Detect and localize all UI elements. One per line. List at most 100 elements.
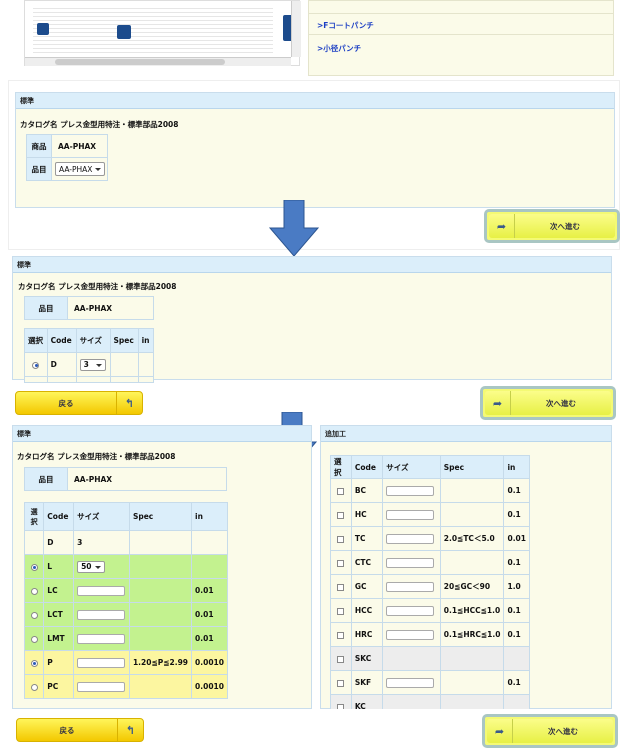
table-row: D 3 (23, 530, 228, 555)
size-cell (382, 694, 441, 709)
size-select-value: 50 (81, 561, 92, 571)
chevron-down-icon (95, 363, 102, 367)
radio-button[interactable] (30, 587, 38, 595)
size-input[interactable] (77, 633, 126, 644)
size-input[interactable] (386, 629, 435, 640)
chevron-down-icon (95, 168, 101, 171)
size-cell (382, 526, 441, 551)
spec-cell (439, 502, 505, 527)
radio-button[interactable] (30, 563, 38, 571)
checkbox[interactable] (337, 583, 345, 591)
col-spec: Spec (439, 455, 505, 479)
forward-arrow-icon: ➦ (485, 391, 511, 415)
size-input[interactable] (77, 585, 126, 596)
size-input[interactable] (77, 609, 126, 620)
catalog-thumbnail (24, 0, 301, 66)
scroll-thumb[interactable] (55, 59, 225, 65)
in-cell: 0.1 (503, 622, 530, 647)
size-input[interactable] (386, 581, 435, 592)
radio-button[interactable] (30, 635, 38, 643)
step1-catalog-name: カタログ名 プレス金型用特注・標準部品2008 (20, 120, 179, 129)
code-cell: D (46, 352, 77, 377)
in-cell: 0.1 (503, 598, 530, 623)
table-row: P 1.20≦P≦2.99 0.0010 (23, 650, 228, 675)
size-select[interactable]: 50 (77, 560, 106, 573)
table-row: D 3 (24, 352, 155, 377)
size-input[interactable] (77, 657, 126, 668)
vertical-scrollbar[interactable] (291, 1, 301, 57)
select-cell (330, 574, 352, 599)
col-in: in (503, 455, 530, 479)
code-cell: KC (350, 694, 384, 709)
code-cell: LMT (43, 626, 75, 651)
table-row: CTC 0.1 (330, 550, 530, 575)
size-input[interactable] (386, 677, 435, 688)
step3-catalog-name: カタログ名 プレス金型用特注・標準部品2008 (17, 452, 176, 461)
checkbox[interactable] (337, 703, 345, 709)
spec-cell (128, 578, 193, 603)
step3-back-button[interactable]: 戻る ↰ (16, 718, 144, 742)
size-input[interactable] (386, 509, 435, 520)
in-cell: 0.1 (503, 550, 530, 575)
link-panel: >Fコートパンチ >小径パンチ (308, 0, 614, 76)
size-input[interactable] (386, 557, 435, 568)
checkbox[interactable] (337, 511, 345, 519)
code-cell: SKF (350, 670, 384, 695)
step2-catalog-name: カタログ名 プレス金型用特注・標準部品2008 (18, 282, 177, 291)
step2-item-label: 品目 (24, 296, 68, 320)
checkbox[interactable] (337, 679, 345, 687)
select-cell (330, 550, 352, 575)
step1-item-select-value: AA-PHAX (59, 164, 93, 174)
select-cell (330, 598, 352, 623)
step1-item-select[interactable]: AA-PHAX (55, 162, 105, 176)
step1-next-button[interactable]: ➦ 次へ進む (484, 209, 620, 243)
step1-product-label: 商品 (26, 134, 52, 158)
code-cell: LCT (43, 602, 75, 627)
step3-item-label: 品目 (24, 467, 68, 491)
size-select[interactable]: 3 (79, 358, 106, 371)
size-input[interactable] (77, 681, 126, 692)
radio-button[interactable] (30, 683, 38, 691)
code-cell: HRC (350, 622, 384, 647)
size-input[interactable] (386, 485, 435, 496)
step3-next-button[interactable]: ➦ 次へ進む (482, 714, 618, 748)
size-cell (382, 478, 441, 503)
checkbox[interactable] (337, 487, 345, 495)
step3-table: 選択 Code サイズ Spec in D 3 L 50 LC 0.01 LCT… (23, 502, 228, 699)
select-cell (23, 578, 45, 603)
checkbox[interactable] (337, 607, 345, 615)
link-small-punch[interactable]: >小径パンチ (317, 43, 361, 54)
checkbox[interactable] (337, 631, 345, 639)
code-cell: CTC (350, 550, 384, 575)
step2-back-button[interactable]: 戻る ↰ (15, 391, 143, 415)
size-cell (73, 650, 130, 675)
size-input[interactable] (386, 605, 435, 616)
horizontal-scrollbar[interactable] (25, 57, 291, 66)
checkbox[interactable] (337, 559, 345, 567)
table-row: PC 0.0010 (23, 674, 228, 699)
size-input[interactable] (386, 533, 435, 544)
step3-back-label: 戻る (59, 725, 75, 735)
extra-header: 追加工 (321, 426, 611, 442)
step2-next-label: 次へ進む (546, 398, 576, 408)
radio-button[interactable] (30, 659, 38, 667)
table-row: KC (330, 694, 530, 709)
size-cell: 3 (73, 530, 130, 555)
checkbox[interactable] (337, 655, 345, 663)
step2-next-button[interactable]: ➦ 次へ進む (480, 386, 616, 420)
radio-button[interactable] (32, 361, 40, 369)
link-f-coat-punch[interactable]: >Fコートパンチ (317, 20, 374, 31)
checkbox[interactable] (337, 535, 345, 543)
in-cell: 1.0 (503, 574, 530, 599)
col-in: in (191, 502, 228, 531)
size-cell (73, 578, 130, 603)
radio-button[interactable] (30, 611, 38, 619)
select-cell (23, 626, 45, 651)
col-code: Code (43, 502, 75, 531)
in-cell (503, 646, 530, 671)
select-cell (330, 670, 352, 695)
spec-cell (128, 626, 193, 651)
step2-table: 選択 Code サイズ Spec in D 3 (24, 328, 155, 383)
code-cell: HCC (350, 598, 384, 623)
table-row: HRC 0.1≦HRC≦1.0 0.1 (330, 622, 530, 647)
